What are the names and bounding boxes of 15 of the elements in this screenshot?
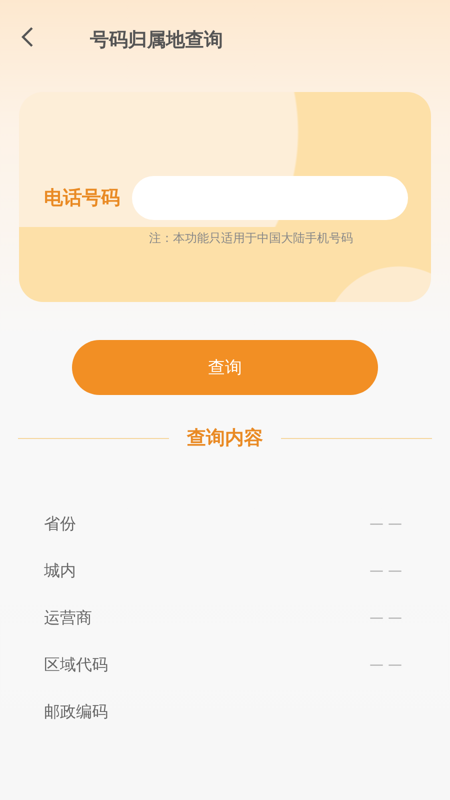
result-value: — — — [370, 516, 402, 532]
phone-label: 电话号码 — [44, 186, 120, 211]
result-value: — — — [370, 563, 402, 579]
result-label: 省份 — [44, 514, 76, 534]
note-text: 注：本功能只适用于中国大陆手机号码 — [149, 230, 354, 247]
result-value: — — — [370, 610, 402, 626]
section-title: 查询内容 — [187, 426, 263, 451]
page-title: 号码归属地查询 — [90, 28, 223, 53]
result-label: 运营商 — [44, 608, 92, 628]
phone-input-field[interactable] — [132, 176, 408, 220]
result-value: — — — [370, 657, 402, 673]
result-label: 邮政编码 — [44, 702, 108, 722]
query-button[interactable]: 查询 — [72, 340, 378, 395]
result-label: 区域代码 — [44, 654, 108, 676]
result-label: 城内 — [44, 560, 76, 582]
